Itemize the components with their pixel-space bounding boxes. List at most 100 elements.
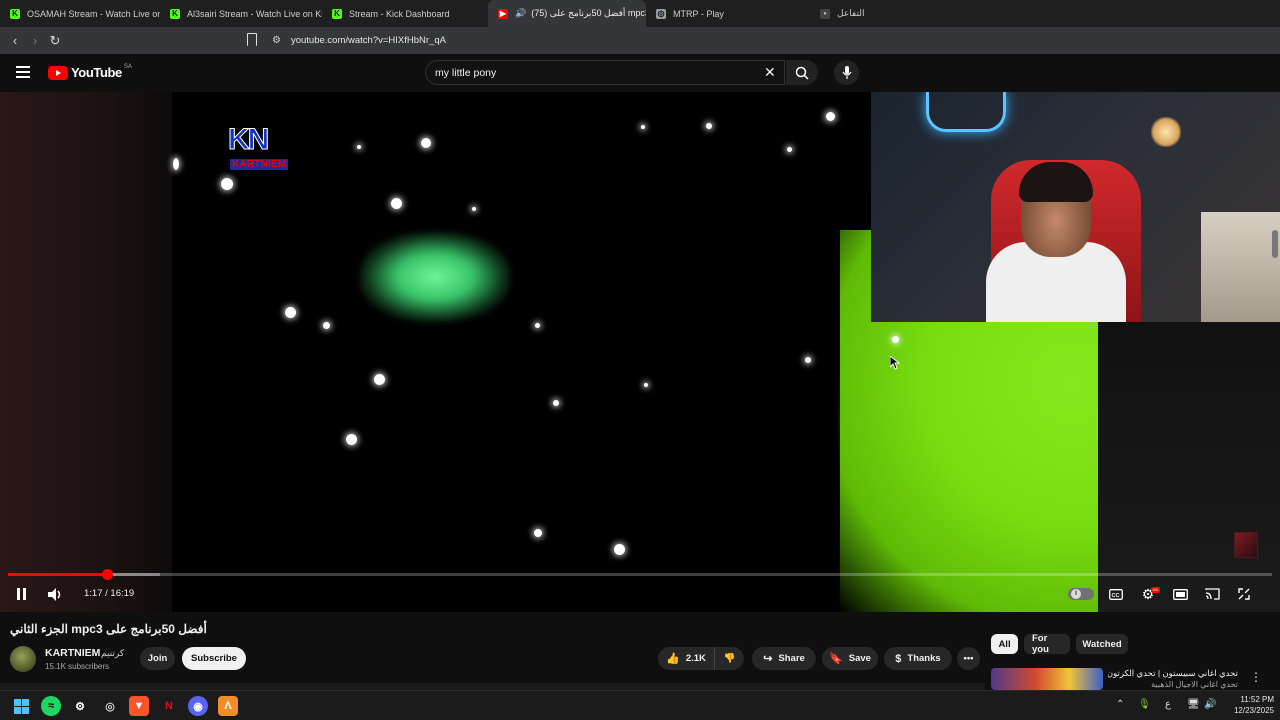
scrubber-handle[interactable] [101, 569, 113, 580]
cast-icon [1204, 588, 1220, 600]
tab-youtube-video[interactable]: ▶ 🔊 (75) أفضل 50برنامج على mpc3 ✕ [488, 0, 646, 27]
system-clock[interactable]: 11:52 PM 12/23/2025 [1218, 694, 1274, 716]
brave-icon[interactable]: ▼ [129, 696, 149, 716]
url-text: youtube.com/watch?v=HIXfHbNr_qA [290, 35, 446, 46]
youtube-play-icon [48, 65, 68, 80]
browser-tab-bar: K OSAMAH Stream - Watch Live on Ki K Al3… [0, 0, 1280, 27]
chip-all[interactable]: All [991, 634, 1018, 654]
end-card-thumbnail[interactable] [1234, 532, 1258, 558]
star [826, 112, 835, 121]
spotify-icon[interactable]: ≈ [41, 696, 61, 716]
page-scrollbar[interactable] [1272, 230, 1278, 258]
star [421, 138, 431, 148]
cast-button[interactable] [1202, 584, 1222, 604]
back-icon[interactable]: ‹ [5, 31, 25, 51]
kick-icon: K [10, 8, 20, 19]
forward-icon[interactable]: › [25, 31, 45, 51]
thanks-label: Thanks [907, 653, 941, 664]
subscribe-button[interactable]: Subscribe [182, 647, 246, 670]
hd-badge: HD [1151, 587, 1160, 593]
chip-watched[interactable]: Watched [1076, 634, 1128, 654]
join-label: Join [147, 653, 168, 664]
channel-name[interactable]: KARTNIEM [45, 647, 100, 659]
fullscreen-icon [1238, 588, 1250, 600]
video-left-panel [0, 92, 172, 612]
captions-icon: CC [1109, 588, 1123, 600]
star [357, 145, 361, 149]
clear-search-icon[interactable]: ✕ [764, 64, 776, 81]
address-bar: ‹ › ↻ ⚙ youtube.com/watch?v=HIXfHbNr_qA [0, 27, 1280, 54]
thumbs-up-icon: 👍 [666, 653, 680, 665]
played-bar [8, 573, 107, 576]
tab-al3sairi[interactable]: K Al3sairi Stream - Watch Live on Kick [160, 0, 322, 27]
chip-label: For you [1032, 633, 1049, 655]
speaker-icon: 🔊 [515, 8, 527, 18]
steam-icon[interactable]: ⚙ [70, 696, 90, 716]
green-cloud [360, 232, 510, 322]
video-player[interactable]: KN KARTNIEM 1:17 / 16:19 ll CC ⚙ HD [0, 92, 1280, 612]
fullscreen-button[interactable] [1234, 584, 1254, 604]
search-input[interactable]: my little pony ✕ [425, 60, 785, 85]
bookmark-icon[interactable] [247, 33, 257, 46]
share-button[interactable]: ↪ Share [752, 647, 816, 670]
share-label: Share [778, 653, 805, 664]
recommended-more-icon[interactable]: ⋮ [1250, 670, 1262, 684]
windows-start-icon[interactable] [11, 696, 31, 716]
youtube-logo[interactable]: YouTube SA [48, 64, 132, 80]
volume-icon [48, 587, 61, 601]
streamer-webcam-overlay [871, 92, 1280, 322]
mic-tray-icon[interactable]: 🎙 [1138, 699, 1151, 710]
keyboard-language[interactable]: ع [1165, 699, 1171, 710]
url-field[interactable]: ⚙ youtube.com/watch?v=HIXfHbNr_qA [272, 31, 446, 50]
star [535, 323, 540, 328]
volume-button[interactable] [46, 584, 66, 604]
app-icon[interactable]: Λ [218, 696, 238, 716]
tab-label: (75) أفضل 50برنامج على mpc3 [531, 8, 646, 18]
autoplay-toggle[interactable]: ll [1068, 588, 1094, 600]
tab-mtrp[interactable]: ◎ MTRP - Play [646, 0, 806, 27]
tab-kick-dashboard[interactable]: K Stream - Kick Dashboard [322, 0, 488, 27]
dislike-button[interactable]: 👎 [714, 647, 744, 670]
like-button[interactable]: 👍 2.1K [658, 647, 714, 670]
channel-watermark-logo: KN KARTNIEM [228, 123, 298, 176]
globe-icon: ◎ [656, 8, 666, 19]
miniplayer-icon [1172, 588, 1188, 600]
save-button[interactable]: 🔖 Save [822, 647, 878, 670]
join-button[interactable]: Join [140, 647, 175, 670]
speaker-tray-icon[interactable]: 🔊 [1204, 699, 1216, 710]
recommended-video-subtitle: تحدي اغاني الاجيال الذهبية [1151, 680, 1238, 689]
channel-avatar[interactable] [10, 646, 36, 672]
time-display: 1:17 / 16:19 [84, 588, 135, 599]
netflix-icon[interactable]: N [159, 696, 179, 716]
search-query: my little pony [435, 67, 497, 79]
more-actions-button[interactable]: ••• [957, 647, 980, 670]
chip-for-you[interactable]: For you [1024, 633, 1070, 655]
obs-icon[interactable]: ◎ [100, 696, 120, 716]
star [323, 322, 330, 329]
pause-button[interactable] [12, 584, 30, 604]
voice-search-button[interactable] [834, 60, 859, 85]
progress-bar[interactable] [8, 569, 1272, 580]
menu-icon[interactable] [16, 66, 30, 78]
miniplayer-button[interactable] [1170, 584, 1190, 604]
share-icon: ↪ [763, 653, 773, 665]
chevron-up-icon[interactable]: ⌃ [1116, 699, 1124, 710]
clock-time: 11:52 PM [1240, 695, 1274, 704]
captions-button[interactable]: CC [1106, 584, 1126, 604]
discord-icon[interactable]: ◉ [188, 696, 208, 716]
recommended-video-title[interactable]: تحدي اغاني سبيستون | تحدي الكرتون | [1108, 668, 1238, 679]
site-settings-icon[interactable]: ⚙ [272, 35, 281, 46]
kick-icon: K [170, 8, 180, 19]
thumbs-down-icon: 👎 [723, 653, 736, 664]
tab-extra[interactable]: • التفاعل [806, 0, 870, 27]
reload-icon[interactable]: ↻ [45, 31, 65, 51]
search-button[interactable] [786, 60, 818, 85]
star [644, 383, 648, 387]
network-icon[interactable]: 🖥 [1187, 699, 1200, 710]
star [553, 400, 559, 406]
recommended-video-thumbnail[interactable] [991, 668, 1103, 690]
thanks-button[interactable]: $ Thanks [884, 647, 952, 670]
chip-label: Watched [1082, 638, 1122, 650]
channel-alt-name: كرتنيم [101, 648, 125, 658]
tab-osamah[interactable]: K OSAMAH Stream - Watch Live on Ki [0, 0, 160, 27]
